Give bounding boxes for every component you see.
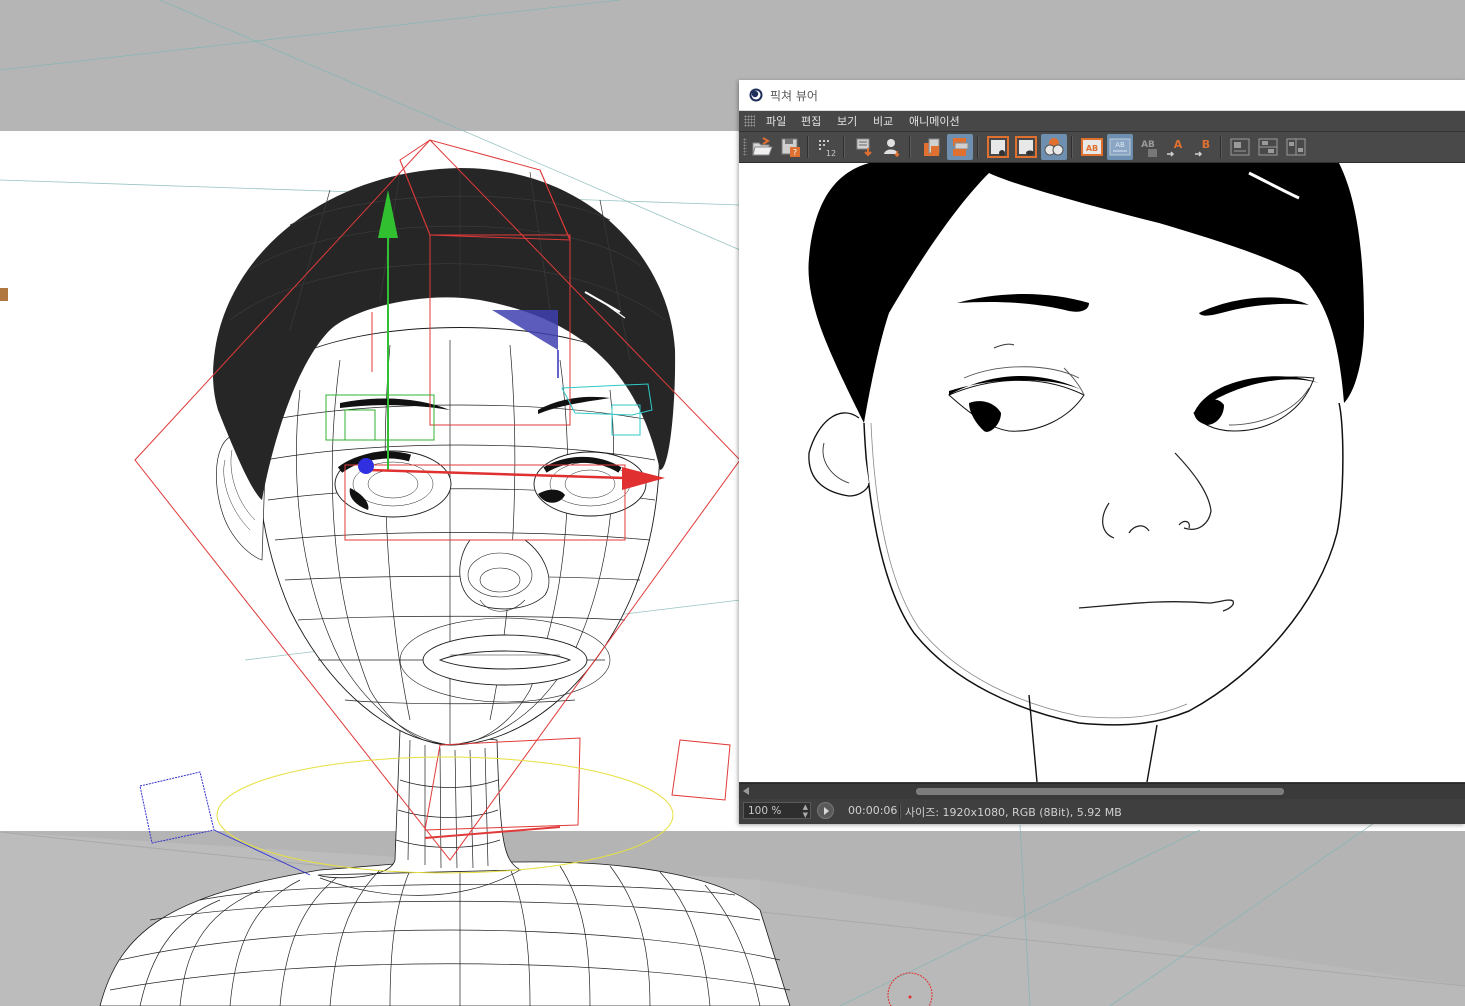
menu-bar: 파일 편집 보기 비교 애니메이션 xyxy=(739,111,1465,132)
open-image-icon xyxy=(752,137,773,156)
ab-split-icon: AB xyxy=(1109,138,1131,156)
menu-compare[interactable]: 비교 xyxy=(873,113,893,129)
ab-layout-2-button[interactable] xyxy=(1255,134,1281,160)
ab-compare-icon: AB xyxy=(1081,138,1103,156)
copy-orange-button[interactable] xyxy=(919,134,945,160)
status-bar: 100 % ▲ ▼ 00:00:06 사이즈: 1920x1080, RGB (8… xyxy=(739,799,1465,824)
save-image-button[interactable]: ? xyxy=(777,134,803,160)
stack-orange-icon xyxy=(953,138,969,156)
menu-edit[interactable]: 편집 xyxy=(801,113,821,129)
svg-text:AB: AB xyxy=(1115,141,1125,149)
view-compare-button[interactable] xyxy=(1041,134,1067,160)
toolbar-separator xyxy=(807,136,809,158)
rendered-face-image xyxy=(739,163,1465,782)
ab-layout-1-button[interactable] xyxy=(1227,134,1253,160)
svg-text:B: B xyxy=(1202,138,1210,151)
image-info: 사이즈: 1920x1080, RGB (8Bit), 5.92 MB xyxy=(905,806,1122,819)
zoom-value: 100 % xyxy=(748,805,782,817)
view-eye-button[interactable] xyxy=(1013,134,1039,160)
ab-layout-3-icon xyxy=(1286,138,1306,156)
user-render-button[interactable] xyxy=(879,134,905,160)
svg-text:AB: AB xyxy=(1086,144,1098,153)
toolbar-separator xyxy=(977,136,979,158)
svg-text:AB: AB xyxy=(1141,140,1155,150)
zoom-field[interactable]: 100 % ▲ ▼ xyxy=(743,802,811,819)
render-image-canvas[interactable] xyxy=(739,163,1465,782)
svg-text:?: ? xyxy=(793,148,797,157)
menu-file[interactable]: 파일 xyxy=(766,113,786,129)
menu-grip-icon[interactable] xyxy=(744,115,755,127)
copy-orange-icon xyxy=(924,138,940,156)
toolbar-separator xyxy=(843,136,845,158)
svg-text:12: 12 xyxy=(826,149,836,158)
null-object-icon xyxy=(0,288,8,301)
scroll-left-arrow-icon[interactable] xyxy=(743,787,749,795)
stack-orange-button[interactable] xyxy=(947,134,973,160)
window-title: 픽쳐 뷰어 xyxy=(770,89,818,103)
view-single-button[interactable] xyxy=(985,134,1011,160)
ab-layout-2-icon xyxy=(1258,138,1278,156)
set-b-icon: B xyxy=(1195,138,1210,157)
horizontal-scrollbar[interactable] xyxy=(739,783,1465,799)
save-image-icon: ? xyxy=(781,138,800,157)
toolbar-grip-icon[interactable] xyxy=(743,138,747,156)
ab-overlay-button[interactable]: AB xyxy=(1135,134,1161,160)
menu-view[interactable]: 보기 xyxy=(837,113,857,129)
status-separator xyxy=(899,804,901,819)
toolbar-separator xyxy=(1220,136,1222,158)
cinema4d-logo-icon xyxy=(749,88,763,102)
filter-grid-button[interactable]: 12 xyxy=(813,134,839,160)
export-down-icon xyxy=(856,138,872,157)
picture-viewer-window[interactable]: 픽쳐 뷰어 파일 편집 보기 비교 애니메이션 ? 12 AB AB AB A … xyxy=(739,80,1465,824)
open-image-button[interactable] xyxy=(749,134,775,160)
menu-animation[interactable]: 애니메이션 xyxy=(909,113,960,129)
ab-layout-3-button[interactable] xyxy=(1283,134,1309,160)
ab-layout-1-icon xyxy=(1230,138,1250,156)
play-button[interactable] xyxy=(817,802,834,819)
view-eye-icon xyxy=(1015,136,1037,158)
toolbar: ? 12 AB AB AB A B xyxy=(739,132,1465,163)
zoom-spinner-icon[interactable]: ▲ ▼ xyxy=(803,803,808,819)
view-compare-icon xyxy=(1044,138,1064,156)
svg-text:A: A xyxy=(1174,138,1183,151)
set-b-button[interactable]: B xyxy=(1191,134,1217,160)
set-a-button[interactable]: A xyxy=(1163,134,1189,160)
toolbar-separator xyxy=(909,136,911,158)
set-a-icon: A xyxy=(1167,138,1183,157)
time-display: 00:00:06 xyxy=(848,804,898,817)
export-down-button[interactable] xyxy=(851,134,877,160)
toolbar-separator xyxy=(1071,136,1073,158)
user-render-icon xyxy=(884,139,900,158)
view-single-icon xyxy=(987,136,1009,158)
axis-z-handle-icon xyxy=(358,458,374,474)
filter-grid-icon: 12 xyxy=(819,140,836,158)
ab-overlay-icon: AB xyxy=(1141,140,1157,157)
ab-compare-button[interactable]: AB xyxy=(1079,134,1105,160)
window-titlebar[interactable]: 픽쳐 뷰어 xyxy=(739,80,1465,111)
scrollbar-thumb[interactable] xyxy=(916,788,1284,795)
ab-split-button[interactable]: AB xyxy=(1107,134,1133,160)
